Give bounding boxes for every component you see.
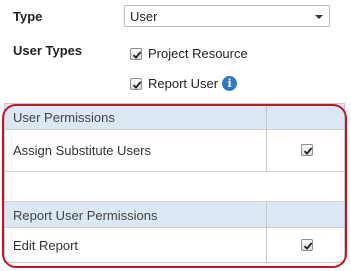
permission-label: Assign Substitute Users (13, 143, 152, 158)
edit-report-checkbox[interactable] (301, 239, 313, 251)
report-user-label: Report User (148, 76, 219, 92)
type-label: Type (13, 9, 43, 24)
section-header-label: Report User Permissions (13, 208, 158, 223)
permission-row-edit-report: Edit Report (5, 228, 344, 262)
project-resource-label: Project Resource (148, 46, 248, 62)
assign-substitute-users-checkbox[interactable] (301, 144, 313, 156)
type-select[interactable]: User (124, 5, 330, 27)
report-user-checkbox[interactable] (130, 77, 142, 90)
project-resource-option[interactable]: Project Resource (130, 45, 248, 63)
type-select-value: User (130, 9, 158, 24)
column-divider (266, 202, 267, 228)
chevron-down-icon[interactable] (315, 15, 323, 19)
column-divider (266, 104, 267, 130)
column-divider (266, 130, 267, 172)
section-header-user-permissions: User Permissions (5, 104, 344, 130)
permissions-table: User Permissions Assign Substitute Users… (4, 103, 345, 263)
column-divider (266, 228, 267, 262)
spacer-row (5, 172, 344, 202)
user-types-label: User Types (13, 43, 83, 58)
permission-row-assign-substitute-users: Assign Substitute Users (5, 130, 344, 172)
permission-label: Edit Report (13, 238, 79, 253)
info-icon[interactable]: i (222, 76, 238, 92)
section-header-label: User Permissions (13, 110, 115, 125)
section-header-report-user-permissions: Report User Permissions (5, 202, 344, 228)
project-resource-checkbox[interactable] (130, 47, 142, 60)
report-user-option[interactable]: Report User i (130, 75, 238, 93)
